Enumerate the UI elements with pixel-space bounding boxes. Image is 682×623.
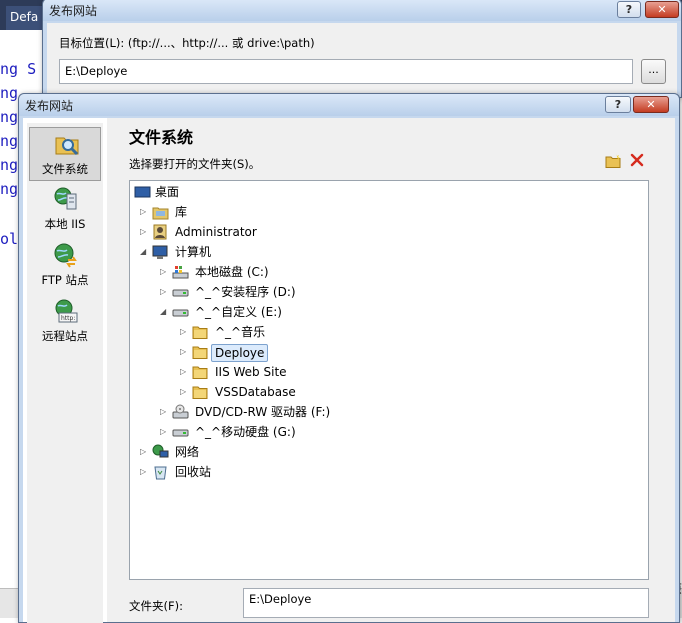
expand-arrow-icon[interactable]: ▷ bbox=[180, 367, 189, 376]
recycle-bin-icon bbox=[154, 466, 167, 480]
tree-node-label: VSSDatabase bbox=[215, 385, 296, 399]
publish-dialog: 发布网站 ? ✕ 文件系统 本地 IIS FTP 站点 http: 远程站点 文… bbox=[18, 93, 680, 623]
user-icon bbox=[153, 224, 167, 240]
dvd-drive-icon bbox=[172, 404, 189, 419]
tree-node-label: ^_^音乐 bbox=[215, 325, 266, 339]
expand-arrow-icon[interactable]: ▷ bbox=[160, 407, 169, 416]
help-button[interactable]: ? bbox=[617, 1, 641, 18]
target-location-label: 目标位置(L): (ftp://...、http://... 或 drive:\… bbox=[59, 36, 315, 50]
sidebar-item-local-iis[interactable]: 本地 IIS bbox=[29, 183, 101, 237]
sidebar-item-label: 远程站点 bbox=[42, 329, 88, 343]
code-line: ng bbox=[0, 156, 19, 174]
title-bar[interactable]: 发布网站 ? ✕ bbox=[43, 0, 681, 21]
svg-text:http:: http: bbox=[61, 315, 75, 322]
content-title: 文件系统 bbox=[129, 128, 194, 147]
location-sidebar: 文件系统 本地 IIS FTP 站点 http: 远程站点 bbox=[27, 123, 103, 623]
expand-arrow-icon[interactable]: ▷ bbox=[160, 267, 169, 276]
folder-input[interactable]: E:\Deploye bbox=[243, 588, 649, 618]
title-bar[interactable]: 发布网站 ? ✕ bbox=[19, 94, 679, 116]
drive-icon bbox=[172, 429, 189, 437]
ftp-site-icon bbox=[54, 243, 77, 268]
tree-node-label: Deploye bbox=[211, 344, 269, 362]
publish-window-back: 发布网站 ? ✕ 目标位置(L): (ftp://...、http://... … bbox=[42, 0, 682, 98]
tree-node-label: Administrator bbox=[175, 225, 257, 239]
expand-arrow-icon[interactable]: ▷ bbox=[180, 327, 189, 336]
folder-icon bbox=[192, 326, 208, 339]
desktop-icon bbox=[134, 186, 151, 198]
dialog-title: 发布网站 bbox=[25, 99, 74, 113]
folder-row: 文件夹(F): E:\Deploye bbox=[129, 588, 649, 618]
close-button[interactable]: ✕ bbox=[633, 96, 669, 113]
help-button[interactable]: ? bbox=[605, 96, 631, 113]
local-iis-icon bbox=[54, 187, 77, 210]
tree-node-label: DVD/CD-RW 驱动器 (F:) bbox=[195, 405, 331, 419]
code-line: ng bbox=[0, 132, 19, 150]
code-line: ng bbox=[0, 108, 19, 126]
drive-icon bbox=[172, 309, 189, 317]
folder-icon bbox=[192, 346, 208, 359]
expand-arrow-icon[interactable]: ▷ bbox=[160, 287, 169, 296]
tree-node-label: ^_^移动硬盘 (G:) bbox=[195, 425, 296, 439]
library-icon bbox=[152, 207, 169, 220]
sidebar-item-label: 本地 IIS bbox=[44, 217, 86, 231]
dialog-body: 文件系统 本地 IIS FTP 站点 http: 远程站点 文件系统 选择要打开… bbox=[23, 118, 675, 623]
new-folder-icon[interactable] bbox=[605, 154, 621, 168]
folder-label: 文件夹(F): bbox=[129, 599, 183, 613]
tree-node-label: 库 bbox=[175, 205, 188, 219]
computer-icon bbox=[152, 245, 168, 259]
collapse-arrow-icon[interactable]: ◢ bbox=[140, 247, 149, 256]
sidebar-item-ftp-site[interactable]: FTP 站点 bbox=[29, 239, 101, 293]
code-line: ng S bbox=[0, 60, 37, 78]
close-button[interactable]: ✕ bbox=[645, 1, 679, 18]
remote-site-icon: http: bbox=[55, 299, 78, 323]
tree-node-label: 计算机 bbox=[175, 245, 212, 259]
tree-node-label: 网络 bbox=[175, 445, 200, 459]
file-system-icon bbox=[55, 137, 79, 156]
browse-button[interactable]: ... bbox=[641, 59, 666, 84]
folder-icon bbox=[192, 366, 208, 379]
expand-arrow-icon[interactable]: ▷ bbox=[180, 347, 189, 356]
delete-icon[interactable] bbox=[629, 152, 645, 168]
target-location-input[interactable]: E:\Deploye bbox=[59, 59, 633, 84]
expand-arrow-icon[interactable]: ▷ bbox=[140, 227, 149, 236]
network-icon bbox=[152, 444, 169, 458]
collapse-arrow-icon[interactable]: ◢ bbox=[160, 307, 169, 316]
folder-icon bbox=[192, 386, 208, 399]
tree-node-label: 本地磁盘 (C:) bbox=[195, 265, 269, 279]
drive-icon bbox=[172, 289, 189, 297]
expand-arrow-icon[interactable]: ▷ bbox=[180, 387, 189, 396]
content-panel: 文件系统 选择要打开的文件夹(S)。 桌面 ▷ 库 ▷ Administrato… bbox=[107, 118, 675, 622]
system-drive-icon bbox=[172, 266, 189, 279]
code-line: ng bbox=[0, 84, 19, 102]
window-title: 发布网站 bbox=[49, 4, 98, 18]
sidebar-item-remote-site[interactable]: http: 远程站点 bbox=[29, 295, 101, 349]
tree-node-label: 回收站 bbox=[175, 465, 212, 479]
sidebar-item-file-system[interactable]: 文件系统 bbox=[29, 127, 101, 181]
code-line: ng bbox=[0, 180, 19, 198]
code-line: ol bbox=[0, 230, 19, 248]
folder-tree[interactable]: 桌面 ▷ 库 ▷ Administrator ◢ 计算机 ▷ 本地磁盘 (C:)… bbox=[129, 180, 649, 580]
expand-arrow-icon[interactable]: ▷ bbox=[140, 207, 149, 216]
expand-arrow-icon[interactable]: ▷ bbox=[140, 467, 149, 476]
sidebar-item-label: FTP 站点 bbox=[41, 273, 89, 287]
expand-arrow-icon[interactable]: ▷ bbox=[160, 427, 169, 436]
expand-arrow-icon[interactable]: ▷ bbox=[140, 447, 149, 456]
window-body: 目标位置(L): (ftp://...、http://... 或 drive:\… bbox=[47, 23, 677, 97]
tree-node-label: ^_^安装程序 (D:) bbox=[195, 285, 296, 299]
ide-tab[interactable]: Defa bbox=[6, 6, 43, 30]
tree-node-label: 桌面 bbox=[155, 185, 180, 199]
tree-node-label: IIS Web Site bbox=[215, 365, 287, 379]
sidebar-item-label: 文件系统 bbox=[42, 162, 88, 176]
tree-node-label: ^_^自定义 (E:) bbox=[195, 305, 282, 319]
content-subtitle: 选择要打开的文件夹(S)。 bbox=[129, 157, 261, 171]
